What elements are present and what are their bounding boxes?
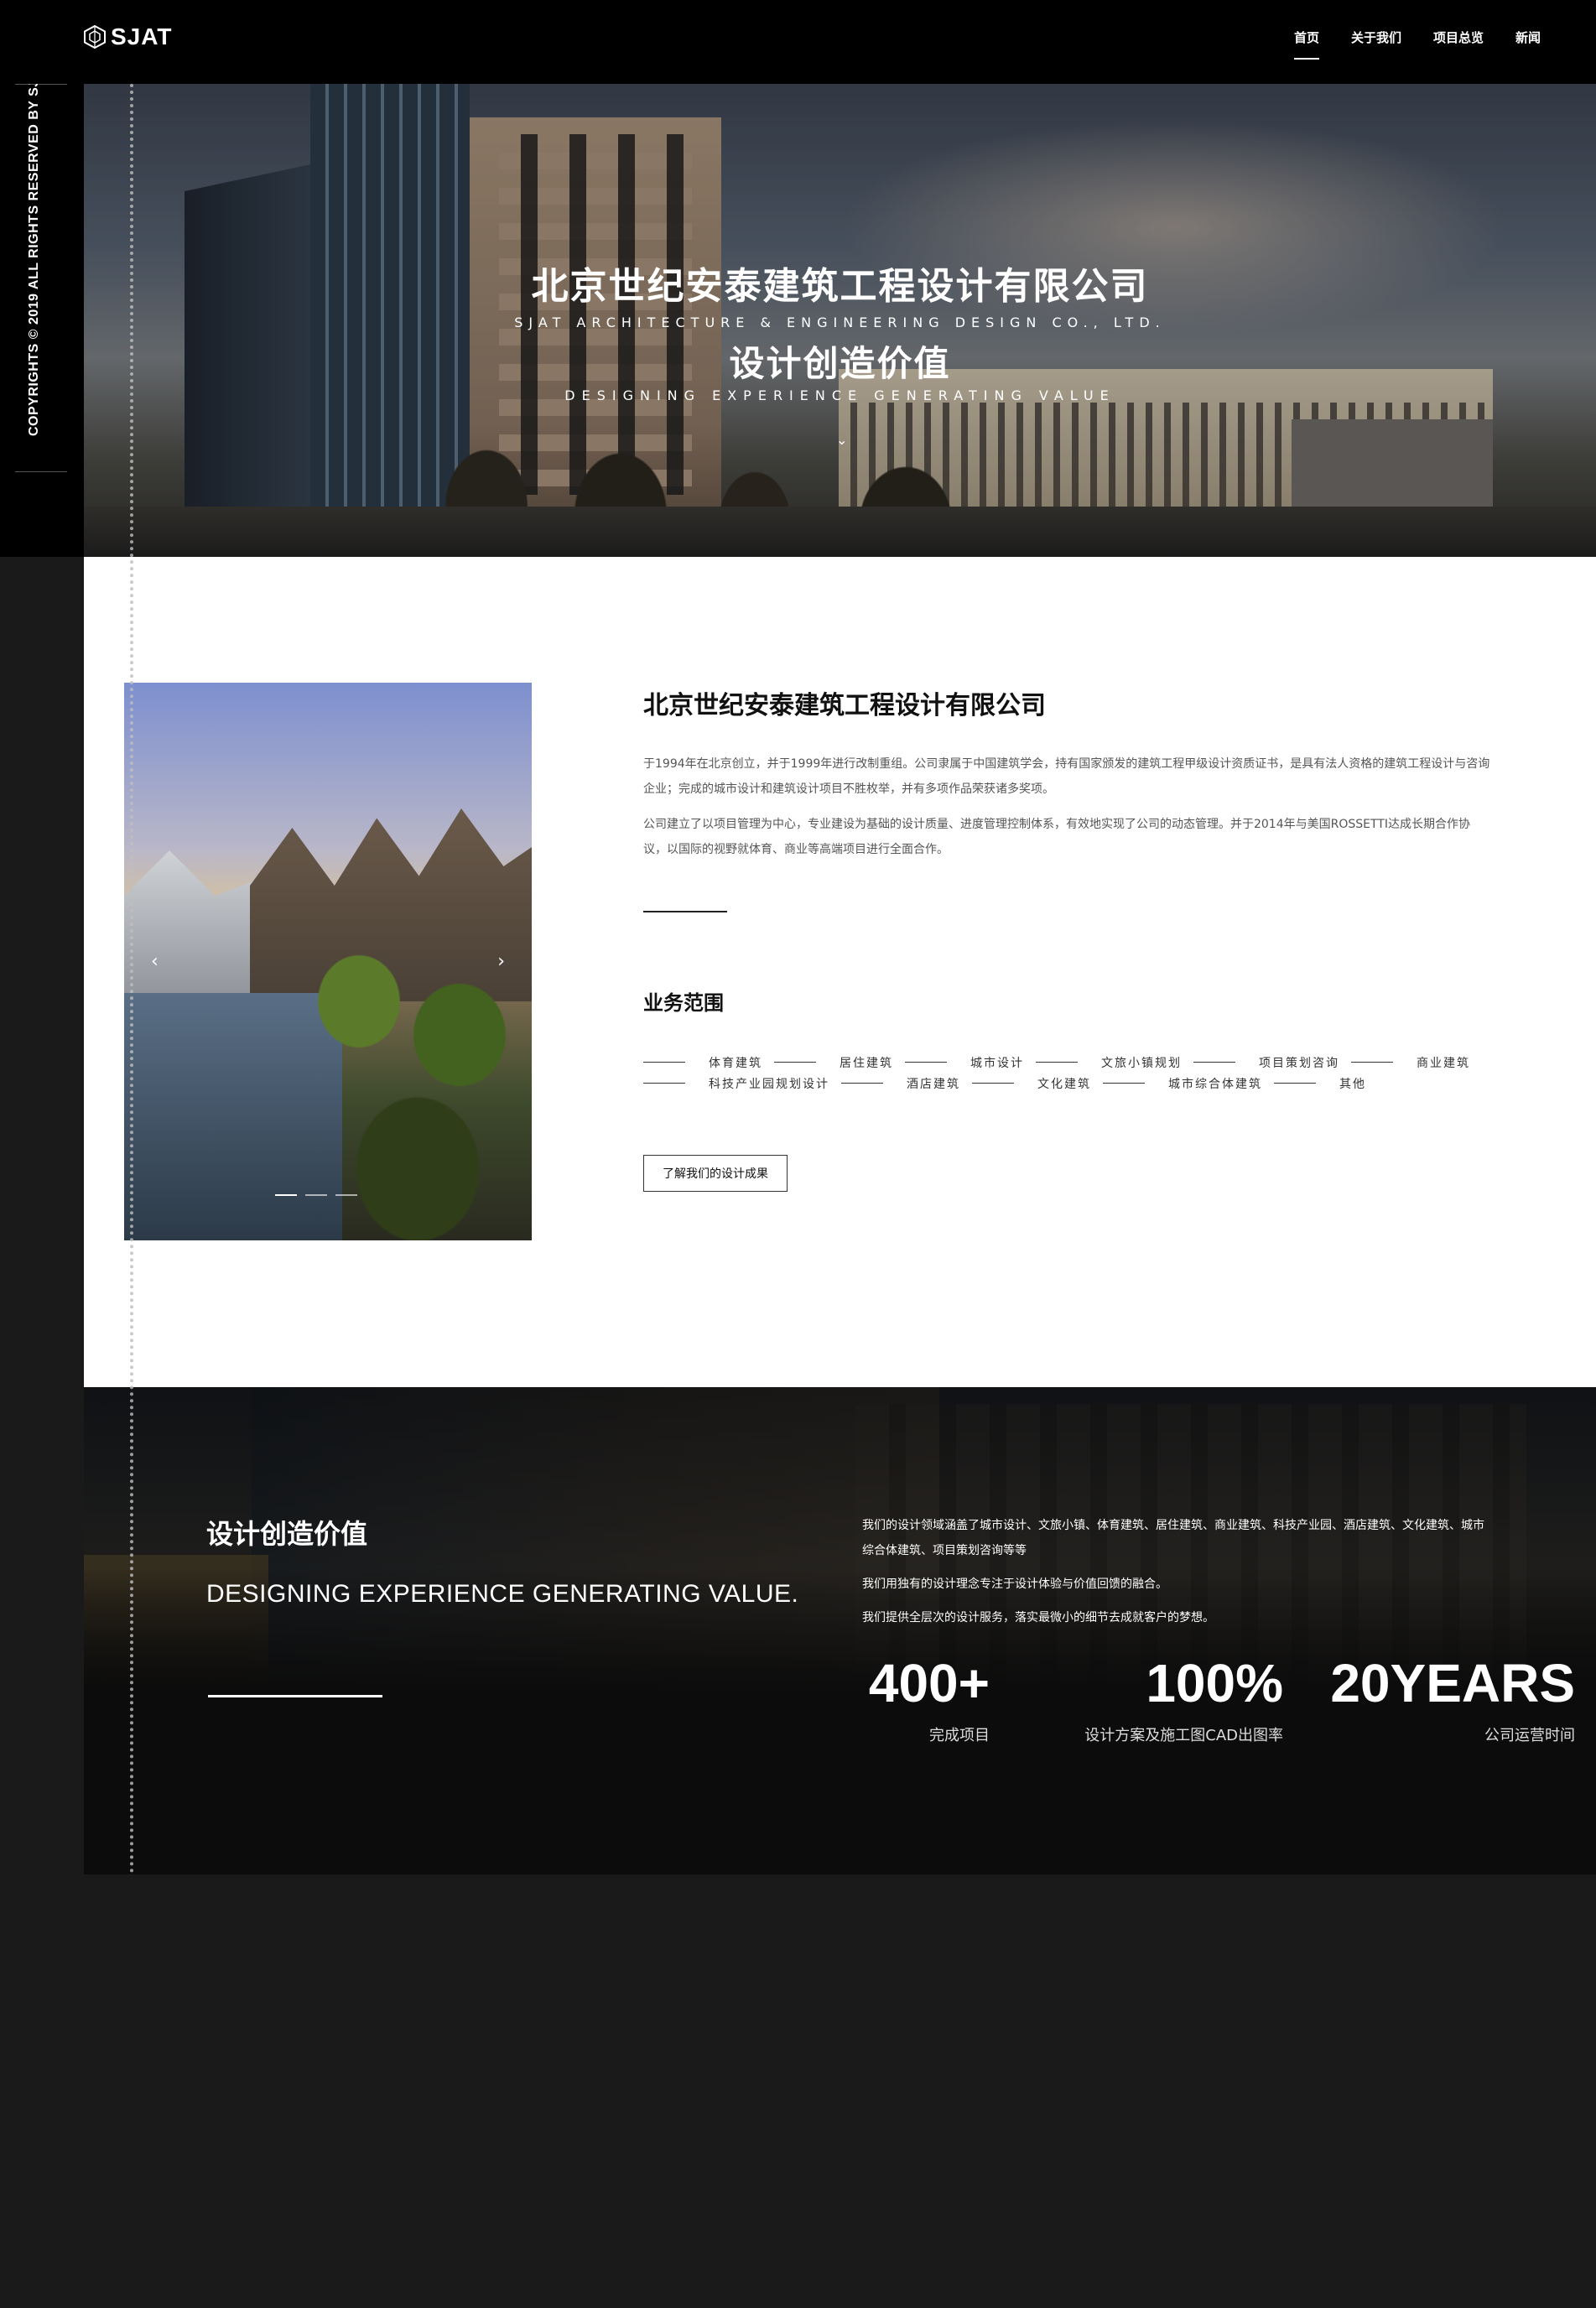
decorative-dotted-line	[130, 84, 133, 1874]
copyright-text: COPYRIGHTS © 2019 ALL RIGHTS RESERVED BY…	[27, 61, 41, 436]
stat-projects: 400+ 完成项目	[772, 1651, 990, 1745]
stats-title: 设计创造价值	[206, 1518, 368, 1550]
about-content: 北京世纪安泰建筑工程设计有限公司 于1994年在北京创立，并于1999年进行改制…	[643, 683, 1490, 1192]
stat-label: 公司运营时间	[1484, 1727, 1575, 1744]
about-paragraph: 公司建立了以项目管理为中心，专业建设为基础的设计质量、进度管理控制体系，有效地实…	[643, 818, 1470, 856]
hero-slogan: 设计创造价值	[729, 343, 951, 384]
nav-home[interactable]: 首页	[1293, 29, 1319, 60]
stats-desc-paragraph: 我们用独有的设计理念专注于设计体验与价值回馈的融合。	[862, 1578, 1167, 1591]
slider-next-button[interactable]: ›	[497, 951, 505, 972]
stat-years: 20YEARS 公司运营时间	[1233, 1651, 1575, 1745]
scope-item: 文化建筑	[972, 1075, 1091, 1091]
slider-dots	[275, 1194, 357, 1196]
left-rail: COPYRIGHTS © 2019 ALL RIGHTS RESERVED BY…	[0, 61, 84, 557]
main-nav: 首页 关于我们 项目总览 新闻	[1293, 29, 1541, 60]
slider-dot[interactable]	[305, 1194, 327, 1196]
hero-banner: 北京世纪安泰建筑工程设计有限公司 SJAT ARCHITECTURE & ENG…	[84, 84, 1596, 557]
section-divider	[643, 911, 727, 912]
scope-title: 业务范围	[643, 991, 724, 1015]
slider-prev-button[interactable]: ‹	[151, 951, 159, 972]
nav-news[interactable]: 新闻	[1515, 29, 1541, 60]
scope-item: 城市综合体建筑	[1103, 1075, 1262, 1091]
about-title: 北京世纪安泰建筑工程设计有限公司	[643, 691, 1046, 720]
stat-value: 400+	[868, 1653, 990, 1713]
image-slider[interactable]: ‹ ›	[124, 683, 532, 1240]
hero-slogan-en: DESIGNING EXPERIENCE GENERATING VALUE	[564, 387, 1115, 403]
logo-text: SJAT	[111, 23, 173, 49]
logo-mark-icon	[84, 25, 106, 49]
scope-list: 体育建筑 居住建筑 城市设计 文旅小镇规划 项目策划咨询 商业建筑 科技产业园规…	[643, 1054, 1490, 1091]
slider-dot[interactable]	[275, 1194, 297, 1196]
rail-divider-bottom	[15, 471, 67, 472]
scope-item: 居住建筑	[774, 1054, 893, 1070]
hero-subtitle: SJAT ARCHITECTURE & ENGINEERING DESIGN C…	[514, 314, 1166, 330]
view-design-results-button[interactable]: 了解我们的设计成果	[643, 1155, 788, 1192]
slider-dot[interactable]	[335, 1194, 357, 1196]
scope-item: 商业建筑	[1351, 1054, 1470, 1070]
scope-item: 项目策划咨询	[1193, 1054, 1339, 1070]
scope-item: 城市设计	[905, 1054, 1024, 1070]
stats-subtitle-en: DESIGNING EXPERIENCE GENERATING VALUE.	[206, 1580, 799, 1608]
top-navigation-bar: SJAT 首页 关于我们 项目总览 新闻	[0, 0, 1596, 84]
hero-title: 北京世纪安泰建筑工程设计有限公司	[531, 265, 1149, 308]
scope-item: 体育建筑	[643, 1054, 762, 1070]
scope-item: 其他	[1274, 1075, 1366, 1091]
scope-item: 文旅小镇规划	[1036, 1054, 1182, 1070]
chevron-down-icon[interactable]: ⌄	[836, 432, 847, 448]
stat-label: 完成项目	[929, 1727, 990, 1744]
stats-desc-paragraph: 我们提供全层次的设计服务，落实最微小的细节去成就客户的梦想。	[862, 1611, 1214, 1624]
logo[interactable]: SJAT	[84, 23, 173, 50]
stat-value: 20YEARS	[1330, 1653, 1575, 1713]
about-paragraph: 于1994年在北京创立，并于1999年进行改制重组。公司隶属于中国建筑学会，持有…	[643, 757, 1490, 796]
nav-about[interactable]: 关于我们	[1351, 29, 1401, 60]
scope-item: 酒店建筑	[841, 1075, 960, 1091]
scope-item: 科技产业园规划设计	[643, 1075, 829, 1091]
stats-section: 设计创造价值 DESIGNING EXPERIENCE GENERATING V…	[84, 1387, 1596, 1874]
stats-divider	[208, 1695, 382, 1697]
stats-desc-paragraph: 我们的设计领域涵盖了城市设计、文旅小镇、体育建筑、居住建筑、商业建筑、科技产业园…	[862, 1519, 1484, 1557]
nav-projects[interactable]: 项目总览	[1433, 29, 1484, 60]
about-section: ‹ › 北京世纪安泰建筑工程设计有限公司 于1994年在北京创立，并于1999年…	[84, 557, 1596, 1387]
stats-description: 我们的设计领域涵盖了城市设计、文旅小镇、体育建筑、居住建筑、商业建筑、科技产业园…	[862, 1513, 1491, 1639]
